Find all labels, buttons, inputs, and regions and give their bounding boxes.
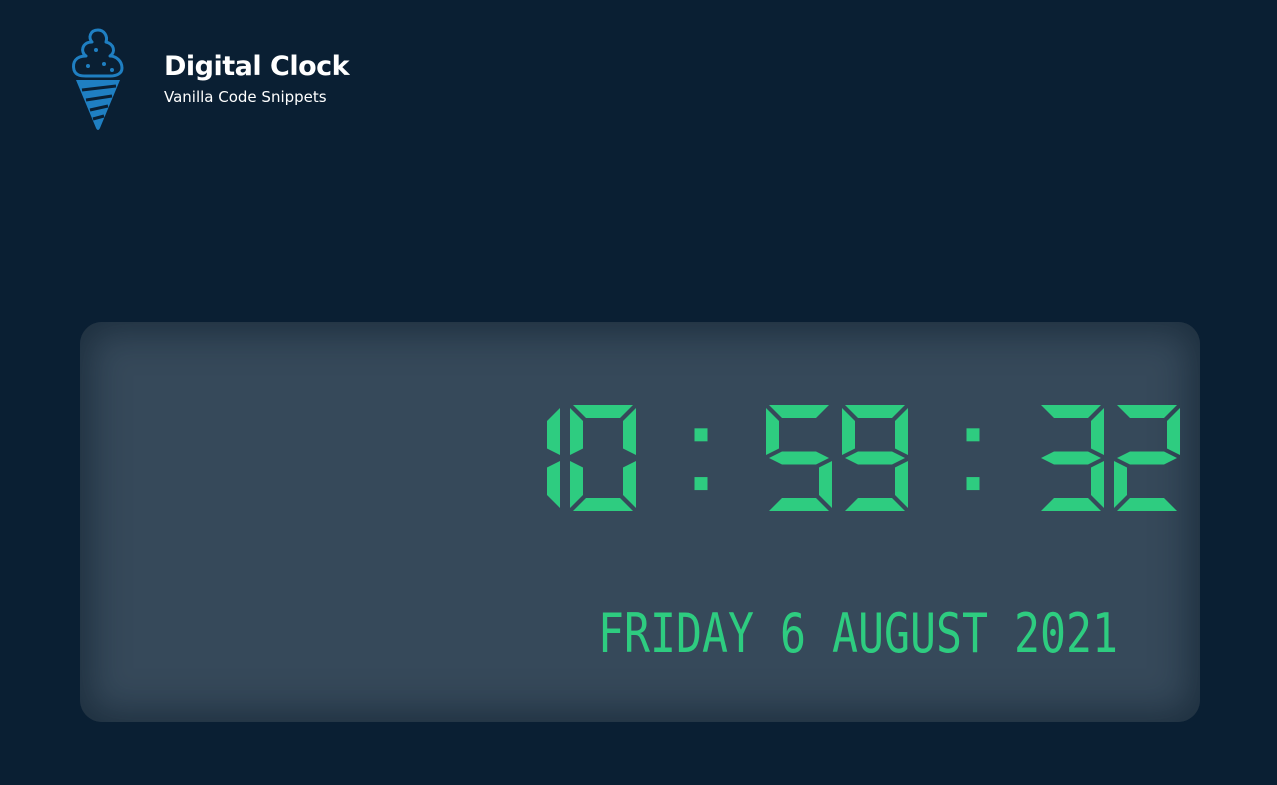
app-title: Digital Clock <box>164 51 350 82</box>
time-digit <box>1114 405 1180 511</box>
time-colon-dot <box>694 428 708 442</box>
ice-cream-cone-icon <box>72 28 124 130</box>
time-readout <box>547 405 1180 511</box>
time-digit <box>547 408 560 508</box>
clock-display: FRIDAY 6 AUGUST 2021 <box>547 405 1180 665</box>
time-digit <box>766 405 832 511</box>
time-digit <box>570 405 636 511</box>
time-colon-dot <box>694 477 708 491</box>
date-readout: FRIDAY 6 AUGUST 2021 <box>598 602 1118 665</box>
app-subtitle: Vanilla Code Snippets <box>164 88 327 106</box>
time-colon-dot <box>966 477 980 491</box>
time-digit <box>1041 405 1104 511</box>
app-header: Digital Clock Vanilla Code Snippets <box>70 28 350 132</box>
time-colon-dot <box>966 428 980 442</box>
time-digit <box>842 405 908 511</box>
clock-panel: FRIDAY 6 AUGUST 2021 <box>80 322 1200 722</box>
date-text: FRIDAY 6 AUGUST 2021 <box>598 602 1118 665</box>
